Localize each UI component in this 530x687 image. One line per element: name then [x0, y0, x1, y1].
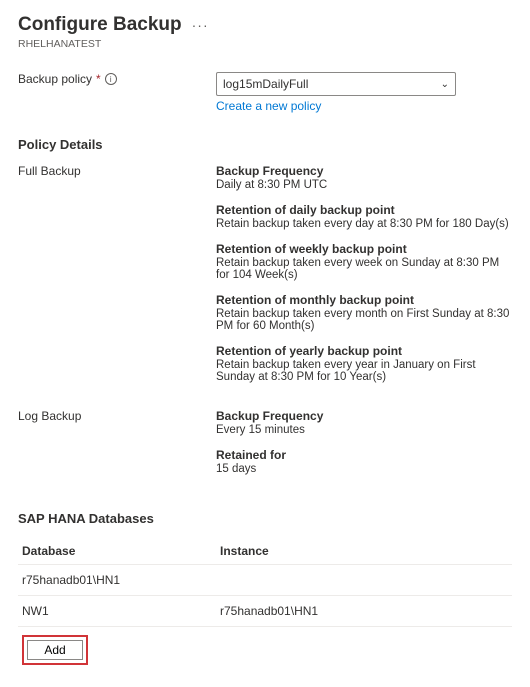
backup-policy-value: log15mDailyFull [223, 77, 308, 91]
yearly-ret-text: Retain backup taken every year in Januar… [216, 359, 512, 383]
daily-ret-text: Retain backup taken every day at 8:30 PM… [216, 218, 512, 230]
log-ret-text: 15 days [216, 463, 512, 475]
full-freq-text: Daily at 8:30 PM UTC [216, 179, 512, 191]
cell-database: NW1 [22, 604, 220, 618]
full-freq-title: Backup Frequency [216, 164, 512, 178]
add-button[interactable]: Add [27, 640, 83, 660]
databases-table-header: Database Instance [18, 538, 512, 565]
create-policy-link[interactable]: Create a new policy [216, 99, 321, 113]
cell-database: r75hanadb01\HN1 [22, 573, 220, 587]
required-marker: * [96, 72, 101, 86]
info-icon[interactable]: i [105, 73, 117, 85]
log-freq-title: Backup Frequency [216, 409, 512, 423]
log-freq-text: Every 15 minutes [216, 424, 512, 436]
log-ret-title: Retained for [216, 448, 512, 462]
backup-policy-select[interactable]: log15mDailyFull ⌄ [216, 72, 456, 96]
cell-instance: r75hanadb01\HN1 [220, 604, 508, 618]
col-database: Database [22, 544, 220, 558]
weekly-ret-text: Retain backup taken every week on Sunday… [216, 257, 512, 281]
table-row[interactable]: r75hanadb01\HN1 [18, 565, 512, 596]
policy-details-heading: Policy Details [18, 137, 512, 152]
monthly-ret-title: Retention of monthly backup point [216, 293, 512, 307]
backup-policy-label: Backup policy * i [18, 72, 216, 86]
highlight-annotation: Add [22, 635, 88, 665]
log-backup-label: Log Backup [18, 409, 216, 487]
resource-name: RHELHANATEST [18, 38, 512, 50]
daily-ret-title: Retention of daily backup point [216, 203, 512, 217]
monthly-ret-text: Retain backup taken every month on First… [216, 308, 512, 332]
weekly-ret-title: Retention of weekly backup point [216, 242, 512, 256]
more-icon[interactable]: ··· [192, 17, 209, 33]
col-instance: Instance [220, 544, 508, 558]
yearly-ret-title: Retention of yearly backup point [216, 344, 512, 358]
cell-instance [220, 573, 508, 587]
chevron-down-icon: ⌄ [441, 79, 449, 90]
full-backup-label: Full Backup [18, 164, 216, 395]
page-title: Configure Backup [18, 14, 182, 36]
table-row[interactable]: NW1 r75hanadb01\HN1 [18, 596, 512, 627]
